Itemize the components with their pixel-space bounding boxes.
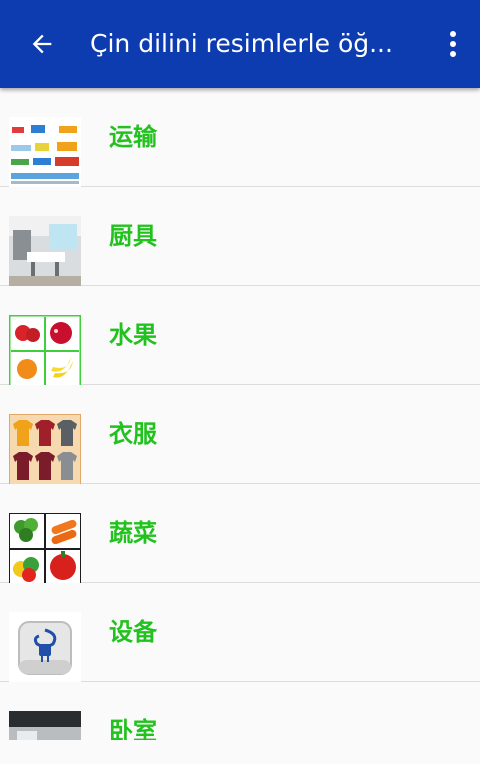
bottom-edge xyxy=(0,740,480,764)
list-item[interactable]: 蔬菜 xyxy=(0,484,480,585)
bedroom-thumbnail xyxy=(9,711,81,740)
list-item[interactable]: 衣服 xyxy=(0,385,480,486)
category-label: 水果 xyxy=(109,321,157,349)
clothes-thumbnail xyxy=(9,414,81,486)
arrow-back-icon xyxy=(32,34,52,54)
kitchen-thumbnail xyxy=(9,216,81,288)
back-button[interactable] xyxy=(18,24,66,64)
overflow-menu-button[interactable] xyxy=(438,24,468,64)
page-title: Çin dilini resimlerle öğ... xyxy=(90,29,393,58)
vegetables-thumbnail xyxy=(9,513,81,585)
category-label: 卧室 xyxy=(109,717,157,740)
list-item[interactable]: 水果 xyxy=(0,286,480,387)
fruits-thumbnail xyxy=(9,315,81,387)
category-label: 运输 xyxy=(109,123,157,151)
category-label: 蔬菜 xyxy=(109,519,157,547)
category-list: 运输 厨具 水果 衣服 蔬菜 设备 卧室 xyxy=(0,88,480,740)
category-label: 设备 xyxy=(109,618,157,646)
list-item[interactable]: 厨具 xyxy=(0,187,480,288)
transport-thumbnail xyxy=(9,117,81,189)
plug-device-thumbnail xyxy=(9,612,81,684)
list-item[interactable]: 卧室 xyxy=(0,682,480,740)
list-item[interactable]: 设备 xyxy=(0,583,480,684)
category-label: 衣服 xyxy=(109,420,157,448)
category-label: 厨具 xyxy=(109,222,157,250)
app-bar: Çin dilini resimlerle öğ... xyxy=(0,0,480,88)
more-vert-icon xyxy=(450,31,456,57)
list-item[interactable]: 运输 xyxy=(0,88,480,189)
